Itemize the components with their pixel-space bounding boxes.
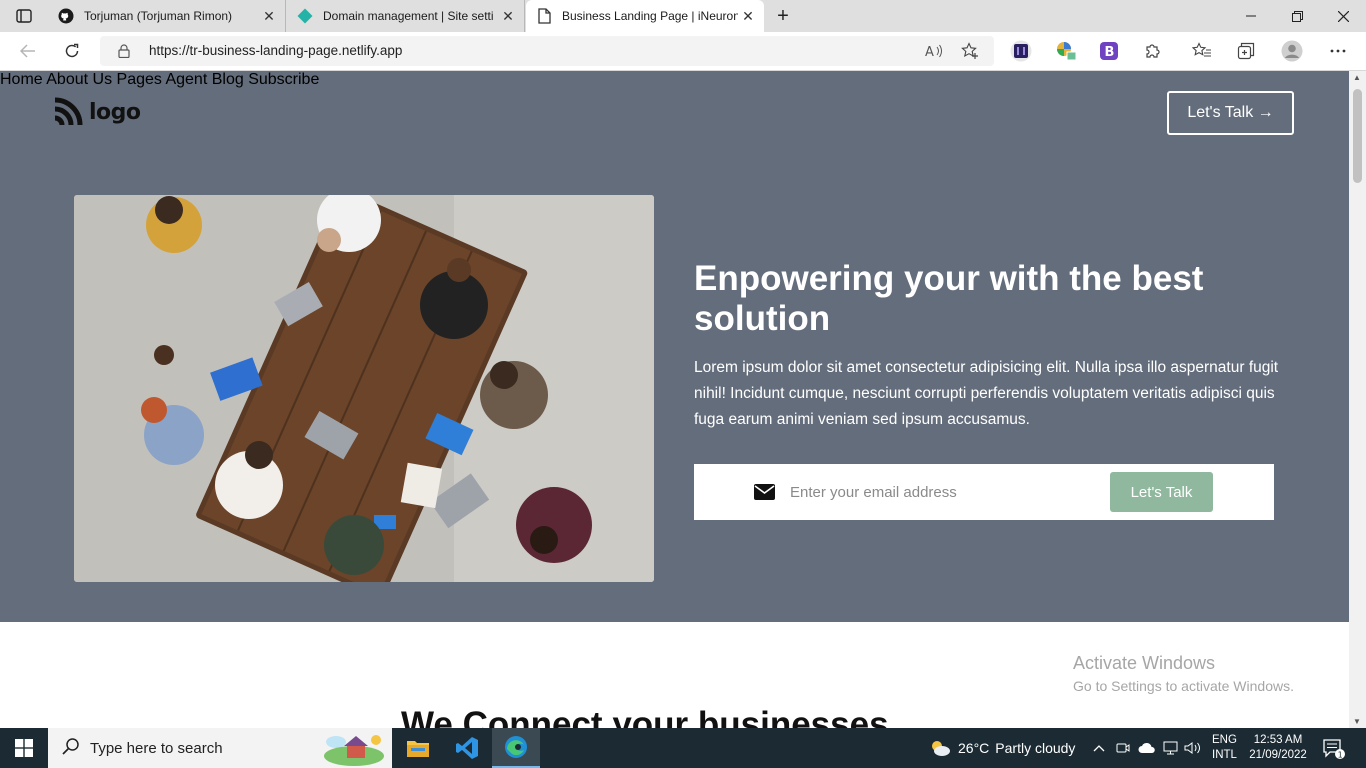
search-icon: [62, 737, 80, 760]
search-highlight-illustration-icon: [316, 732, 392, 766]
hero-headline: Enpowering your with the best solution: [694, 259, 1204, 338]
envelope-icon: [754, 484, 775, 505]
page-scrollbar[interactable]: ▲ ▼: [1349, 71, 1366, 728]
tab-bar: Torjuman (Torjuman Rimon) ✕ Domain manag…: [0, 0, 1366, 32]
email-input[interactable]: [790, 478, 1090, 506]
section-title: We Connect your businesses: [401, 705, 889, 728]
activate-windows-watermark: Activate Windows Go to Settings to activ…: [1073, 653, 1294, 694]
tab-title: Torjuman (Torjuman Rimon): [84, 9, 233, 23]
network-icon[interactable]: [1162, 740, 1180, 756]
onedrive-cloud-icon[interactable]: [1138, 740, 1156, 756]
weather-temperature: 26°C: [958, 740, 990, 756]
weather-description: Partly cloudy: [995, 740, 1076, 756]
nav-blog[interactable]: Blog: [212, 71, 244, 88]
nav-pages[interactable]: Pages: [117, 71, 162, 88]
input-language-indicator[interactable]: ENG INTL: [1212, 733, 1237, 763]
tab-title: Domain management | Site setti: [323, 9, 494, 23]
nav-about-us[interactable]: About Us: [46, 71, 112, 88]
weather-widget[interactable]: 26°C Partly cloudy: [958, 728, 1075, 768]
tab-business-landing[interactable]: Business Landing Page | iNeuron ✕: [526, 0, 764, 32]
site-logo[interactable]: logo: [53, 97, 141, 127]
netlify-icon: [297, 8, 313, 24]
favorites-icon[interactable]: [1190, 40, 1214, 62]
page-viewport: logo Home About Us Pages Agent Blog Subs…: [0, 71, 1349, 728]
taskbar-search-box[interactable]: Type here to search: [48, 728, 392, 768]
svg-text:A: A: [925, 45, 934, 58]
scroll-down-icon[interactable]: ▼: [1353, 717, 1361, 726]
hero-description: Lorem ipsum dolor sit amet consectetur a…: [694, 359, 1279, 428]
notification-center-icon[interactable]: 1: [1323, 739, 1345, 764]
extension-purple-icon[interactable]: [1009, 40, 1033, 62]
hero-section: logo Home About Us Pages Agent Blog Subs…: [0, 71, 1349, 622]
lets-talk-nav-button[interactable]: Let's Talk →: [1167, 91, 1294, 135]
tab-netlify[interactable]: Domain management | Site setti ✕: [287, 0, 525, 32]
watermark-subtitle: Go to Settings to activate Windows.: [1073, 678, 1294, 694]
keyboard-layout: INTL: [1212, 749, 1237, 761]
refresh-icon[interactable]: [58, 38, 86, 64]
windows-taskbar: Type here to search 26°C Partly cloudy E…: [0, 728, 1366, 768]
language-code: ENG: [1212, 734, 1237, 746]
close-icon[interactable]: ✕: [259, 6, 279, 26]
windows-start-icon[interactable]: [0, 728, 48, 768]
new-tab-button[interactable]: +: [770, 4, 796, 28]
github-icon: [58, 8, 74, 24]
lets-talk-submit-button[interactable]: Let's Talk: [1110, 472, 1213, 512]
scrollbar-thumb[interactable]: [1353, 89, 1362, 183]
nav-subscribe[interactable]: Subscribe: [248, 71, 319, 88]
close-icon[interactable]: ✕: [738, 6, 758, 26]
clock-date: 21/09/2022: [1249, 749, 1307, 761]
main-nav: Home About Us Pages Agent Blog Subscribe: [0, 71, 1349, 89]
back-arrow-icon[interactable]: [14, 38, 42, 64]
logo-mark-icon: [54, 97, 83, 126]
url-text[interactable]: https://tr-business-landing-page.netlify…: [149, 43, 402, 58]
taskbar-clock[interactable]: 12:53 AM 21/09/2022: [1246, 733, 1310, 763]
tab-github[interactable]: Torjuman (Torjuman Rimon) ✕: [48, 0, 286, 32]
email-subscribe-form: Let's Talk: [694, 464, 1274, 520]
clock-time: 12:53 AM: [1253, 734, 1303, 746]
url-bar[interactable]: https://tr-business-landing-page.netlify…: [100, 36, 994, 66]
more-options-icon[interactable]: [1326, 40, 1350, 62]
collections-icon[interactable]: [1234, 40, 1258, 62]
edge-browser-icon[interactable]: [492, 728, 540, 768]
svg-text:B: B: [1105, 45, 1115, 60]
bootstrap-icon[interactable]: B: [1097, 40, 1121, 62]
nav-agent[interactable]: Agent: [165, 71, 207, 88]
profile-avatar-icon[interactable]: [1280, 40, 1304, 62]
minimize-button[interactable]: [1228, 0, 1274, 32]
lock-icon[interactable]: [118, 44, 130, 63]
scroll-up-icon[interactable]: ▲: [1353, 73, 1361, 82]
watermark-title: Activate Windows: [1073, 653, 1216, 673]
tab-title: Business Landing Page | iNeuron: [562, 9, 738, 23]
extensions-puzzle-icon[interactable]: [1141, 40, 1165, 62]
address-bar: https://tr-business-landing-page.netlify…: [0, 32, 1366, 71]
file-explorer-icon[interactable]: [394, 728, 442, 768]
extension-colorful-icon[interactable]: [1054, 40, 1078, 62]
search-placeholder: Type here to search: [90, 739, 223, 757]
tab-actions-icon[interactable]: [10, 6, 38, 26]
vscode-icon[interactable]: [443, 728, 491, 768]
nav-home[interactable]: Home: [0, 71, 43, 88]
notification-count: 1: [1338, 750, 1343, 759]
close-window-button[interactable]: [1320, 0, 1366, 32]
show-hidden-icons-chevron-icon[interactable]: [1090, 740, 1108, 756]
read-aloud-icon[interactable]: A: [924, 42, 944, 60]
close-icon[interactable]: ✕: [498, 6, 518, 26]
volume-speaker-icon[interactable]: [1184, 740, 1202, 756]
meet-now-icon[interactable]: [1114, 740, 1132, 756]
weather-partly-cloudy-icon[interactable]: [929, 738, 951, 758]
logo-text: logo: [89, 99, 141, 125]
hero-team-photo: [74, 195, 654, 582]
add-favorite-icon[interactable]: [960, 42, 980, 60]
restore-button[interactable]: [1274, 0, 1320, 32]
page-icon: [536, 8, 552, 24]
